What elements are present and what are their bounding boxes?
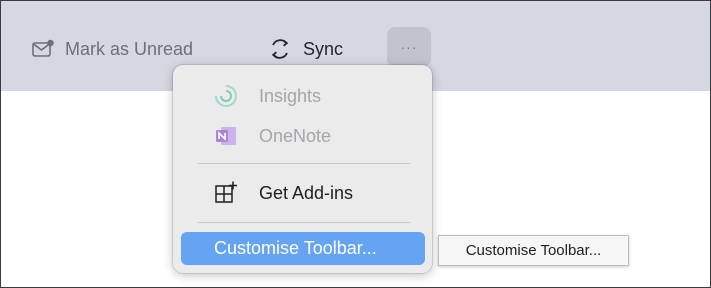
menu-item-label: OneNote (259, 125, 332, 146)
mark-as-unread-label: Mark as Unread (65, 38, 194, 59)
sync-icon (267, 36, 293, 62)
menu-item-get-add-ins[interactable]: Get Add-ins (213, 178, 353, 208)
more-icon: ··· (400, 39, 418, 55)
tooltip-text: Customise Toolbar... (465, 242, 602, 259)
mark-as-unread-button[interactable]: Mark as Unread (31, 35, 193, 63)
menu-separator (198, 163, 410, 164)
overflow-menu: Insights OneNote Get Add-ins Customise T… (173, 65, 432, 273)
menu-item-label: Get Add-ins (259, 182, 354, 203)
app-window: Mark as Unread Sync ··· Insights OneNote… (0, 0, 711, 288)
more-options-button[interactable]: ··· (387, 27, 431, 67)
add-ins-icon (213, 180, 239, 206)
menu-item-customise-toolbar[interactable]: Customise Toolbar... (181, 232, 425, 265)
insights-icon (213, 83, 239, 109)
menu-item-label: Insights (259, 85, 322, 106)
sync-label: Sync (303, 38, 344, 59)
sync-button[interactable]: Sync (267, 35, 343, 63)
menu-item-label: Customise Toolbar... (214, 238, 377, 258)
menu-item-insights[interactable]: Insights (213, 81, 321, 111)
menu-separator (198, 222, 410, 223)
tooltip: Customise Toolbar... (438, 235, 629, 266)
onenote-icon (213, 123, 239, 149)
menu-item-onenote[interactable]: OneNote (213, 121, 331, 151)
envelope-unread-icon (31, 39, 55, 59)
